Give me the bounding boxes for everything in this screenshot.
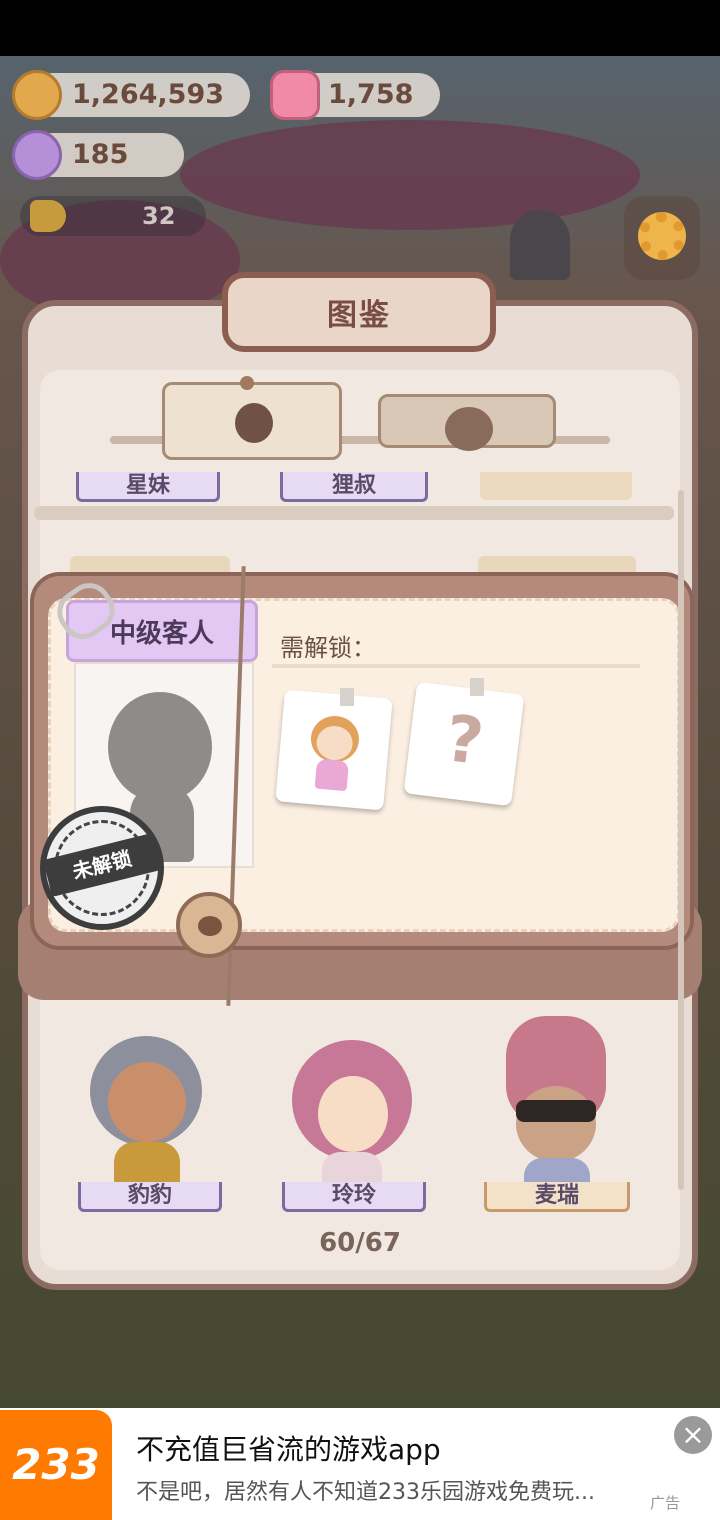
customer-name-tag[interactable]: 玲玲 — [282, 1182, 426, 1212]
customer-name-tag[interactable]: 狸叔 — [280, 472, 428, 502]
question-mark-icon: ? — [441, 702, 488, 781]
ad-app-logo[interactable]: 233 — [0, 1410, 112, 1520]
card-clip — [470, 678, 484, 696]
candy-icon — [12, 130, 62, 180]
scrollbar[interactable] — [678, 490, 684, 1190]
coin-counter: 1,264,593 — [30, 73, 250, 117]
customer-figure-mairui[interactable] — [502, 1016, 612, 1192]
pink-gem-icon — [270, 70, 320, 120]
sunglasses-icon — [516, 1100, 596, 1122]
megaphone-icon — [30, 200, 66, 232]
settings-button[interactable] — [624, 196, 700, 280]
character-face-icon — [445, 407, 493, 451]
collection-progress: 60/67 — [319, 1228, 401, 1258]
tab-customers[interactable] — [162, 382, 342, 460]
skull-face-icon — [235, 403, 273, 443]
customer-name-tag-locked[interactable] — [480, 472, 632, 500]
customer-face — [108, 1062, 186, 1142]
shelf — [34, 506, 674, 520]
coin-count: 1,264,593 — [72, 79, 225, 110]
paw-pad — [198, 916, 222, 936]
status-bar — [0, 0, 720, 56]
customer-name-tag[interactable]: 星妹 — [76, 472, 220, 502]
ad-close-icon[interactable]: × — [674, 1416, 712, 1454]
customer-portrait-card[interactable] — [275, 689, 393, 811]
customer-name-tag[interactable]: 麦瑞 — [484, 1182, 630, 1212]
collection-title: 图鉴 — [327, 298, 391, 333]
unlock-requirement-label: 需解锁： — [280, 634, 376, 662]
customer-name-tag[interactable]: 豹豹 — [78, 1182, 222, 1212]
ad-title[interactable]: 不充值巨省流的游戏app — [136, 1428, 441, 1468]
card-clip — [340, 688, 354, 706]
paw-tag-icon — [176, 892, 242, 958]
customer-figure-leopard[interactable] — [86, 1018, 206, 1188]
gem-count: 1,758 — [328, 79, 414, 110]
collection-title-plate: 图鉴 — [222, 272, 496, 352]
customer-level-label: 中级客人 — [109, 618, 214, 649]
candy-count: 185 — [72, 139, 129, 170]
ad-label: 广告 — [650, 1494, 681, 1512]
cookie-coin-icon — [12, 70, 62, 120]
settings-gear-icon — [638, 212, 686, 260]
customer-figure-lingling[interactable] — [292, 1040, 412, 1192]
unknown-question-card[interactable]: ? — [403, 681, 525, 807]
customer-face — [516, 1086, 596, 1162]
tab-pin — [240, 376, 254, 390]
customer-face — [318, 1076, 388, 1152]
notice-count: 32 — [142, 202, 176, 230]
ad-subtitle[interactable]: 不是吧，居然有人不知道233乐园游戏免费玩... — [136, 1474, 595, 1506]
requirement-divider — [272, 664, 640, 668]
customer-dress — [314, 758, 350, 792]
notice-bar[interactable]: 32 — [20, 196, 206, 236]
tab-characters[interactable] — [378, 394, 556, 451]
